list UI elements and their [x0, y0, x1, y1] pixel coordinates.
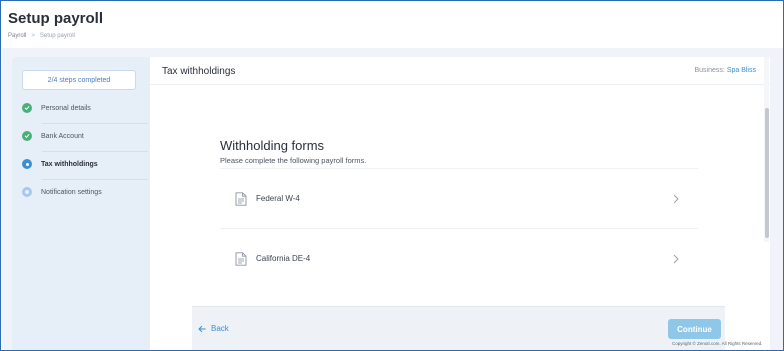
active-step-icon	[22, 159, 32, 169]
arrow-left-icon	[198, 325, 206, 332]
page-header: Setup payroll Payroll > Setup payroll	[2, 2, 783, 48]
breadcrumb-payroll-link[interactable]: Payroll	[8, 33, 26, 39]
chevron-right-icon	[673, 194, 679, 203]
continue-button[interactable]: Continue	[668, 319, 721, 339]
page-title: Setup payroll	[8, 10, 104, 27]
step-notification-settings[interactable]: Notification settings	[22, 178, 148, 206]
form-name: California DE-4	[256, 254, 311, 263]
form-row-federal-w4[interactable]: Federal W-4	[220, 168, 698, 228]
business-label: Business:	[694, 67, 725, 74]
document-icon	[235, 191, 247, 206]
chevron-right-icon	[673, 254, 679, 263]
workspace: 2/4 steps completed Personal details Ban…	[2, 48, 783, 350]
step-label: Tax withholdings	[41, 160, 98, 168]
forms-heading: Withholding forms	[220, 138, 325, 153]
breadcrumb-separator: >	[31, 33, 35, 39]
check-circle-icon	[22, 103, 32, 113]
step-bank-account[interactable]: Bank Account	[22, 122, 148, 150]
steps-progress-badge: 2/4 steps completed	[22, 70, 136, 90]
copyright-text: Copyright © Zenoti.com. All Rights Reser…	[672, 341, 763, 346]
back-label: Back	[211, 324, 229, 333]
step-personal-details[interactable]: Personal details	[22, 94, 148, 122]
check-circle-icon	[22, 131, 32, 141]
breadcrumb: Payroll > Setup payroll	[8, 33, 75, 39]
section-title: Tax withholdings	[162, 66, 236, 77]
scrollbar-thumb[interactable]	[765, 108, 769, 238]
wizard-footer: Back Continue	[192, 306, 725, 350]
business-name[interactable]: Spa Bliss	[727, 67, 756, 74]
forms-subtitle: Please complete the following payroll fo…	[220, 156, 367, 165]
document-icon	[235, 251, 247, 266]
app-window: Setup payroll Payroll > Setup payroll 2/…	[0, 0, 784, 351]
breadcrumb-current: Setup payroll	[39, 33, 75, 39]
form-row-california-de4[interactable]: California DE-4	[220, 228, 698, 288]
form-name: Federal W-4	[256, 194, 300, 203]
main-content: Tax withholdings Business: Spa Bliss Wit…	[150, 57, 770, 350]
back-button[interactable]: Back	[198, 324, 229, 333]
pending-step-icon	[22, 187, 32, 197]
business-indicator: Business: Spa Bliss	[695, 67, 757, 74]
step-tax-withholdings[interactable]: Tax withholdings	[22, 150, 148, 178]
content-header: Tax withholdings Business: Spa Bliss	[150, 57, 770, 85]
step-label: Personal details	[41, 104, 91, 112]
step-label: Notification settings	[41, 188, 102, 196]
steps-sidebar: 2/4 steps completed Personal details Ban…	[12, 57, 150, 350]
step-label: Bank Account	[41, 132, 84, 140]
